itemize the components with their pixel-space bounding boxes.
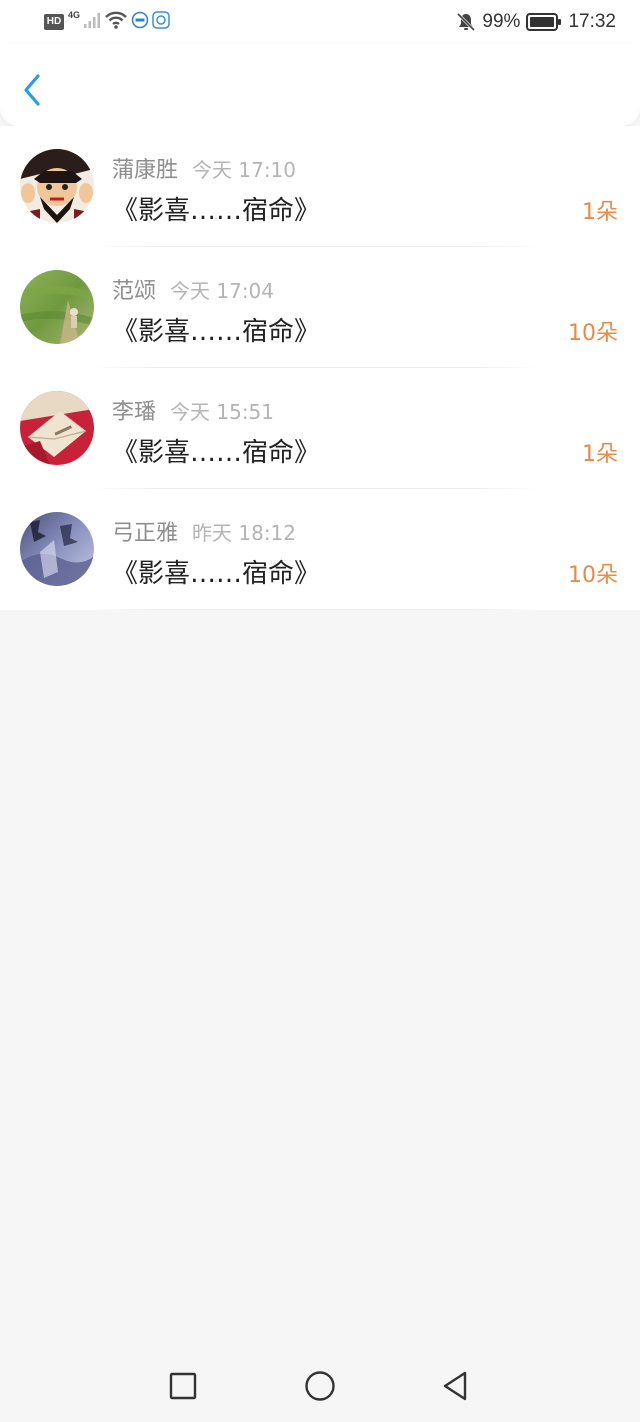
item-time: 昨天 18:12: [192, 521, 297, 545]
home-button[interactable]: [302, 1368, 338, 1404]
item-header: 弓正雅 昨天 18:12: [112, 515, 296, 547]
recent-apps-button[interactable]: [165, 1368, 201, 1404]
item-time: 今天 17:04: [170, 279, 275, 303]
hd-badge: HD: [44, 14, 64, 30]
back-nav-icon: [443, 1371, 467, 1401]
sender-name: 李璠: [112, 400, 157, 425]
item-time: 今天 15:51: [170, 400, 275, 424]
app-notification-icon: [152, 11, 170, 33]
signal-icon: [83, 11, 101, 33]
item-header: 范颂 今天 17:04: [112, 273, 274, 305]
sender-name: 蒲康胜: [112, 158, 179, 183]
list-item[interactable]: 弓正雅 昨天 18:12 《影喜……宿命》 10朵: [0, 489, 640, 610]
list-item[interactable]: 李璠 今天 15:51 《影喜……宿命》 1朵: [0, 368, 640, 489]
avatar: [20, 512, 94, 586]
app-notification-icon: [131, 11, 149, 33]
gift-list: 蒲康胜 今天 17:10 《影喜……宿命》 1朵 范颂 今天 17:04 《影喜…: [0, 126, 640, 610]
chevron-left-icon: [24, 74, 40, 106]
status-right: 99% 17:32: [456, 10, 616, 34]
battery-percent: 99%: [482, 11, 521, 32]
bell-muted-icon: [457, 12, 476, 32]
status-left: HD 4G: [44, 10, 170, 34]
status-bar: HD 4G 99% 17:32: [0, 0, 640, 44]
back-button[interactable]: [16, 70, 48, 110]
item-time: 今天 17:10: [192, 158, 297, 182]
system-nav-bar: [0, 1350, 640, 1422]
battery-icon: [526, 13, 562, 31]
network-type: 4G: [68, 10, 81, 20]
list-item[interactable]: 蒲康胜 今天 17:10 《影喜……宿命》 1朵: [0, 126, 640, 247]
home-icon: [305, 1371, 335, 1401]
sender-name: 范颂: [112, 279, 157, 304]
list-item[interactable]: 范颂 今天 17:04 《影喜……宿命》 10朵: [0, 247, 640, 368]
item-header: 蒲康胜 今天 17:10: [112, 152, 296, 184]
avatar: [20, 149, 94, 223]
avatar: [20, 270, 94, 344]
item-header: 李璠 今天 15:51: [112, 394, 274, 426]
avatar: [20, 391, 94, 465]
flower-count: 1朵: [582, 442, 618, 467]
item-title: 《影喜……宿命》: [112, 317, 321, 347]
back-nav-button[interactable]: [438, 1368, 474, 1404]
item-title: 《影喜……宿命》: [112, 559, 321, 589]
sender-name: 弓正雅: [112, 521, 179, 546]
item-title: 《影喜……宿命》: [112, 438, 321, 468]
wifi-icon: [104, 10, 128, 34]
flower-count: 10朵: [568, 321, 618, 346]
divider: [90, 609, 540, 610]
item-title: 《影喜……宿命》: [112, 196, 321, 226]
flower-count: 10朵: [568, 563, 618, 588]
header: [0, 44, 640, 126]
flower-count: 1朵: [582, 200, 618, 225]
recent-apps-icon: [169, 1372, 197, 1400]
clock: 17:32: [568, 11, 616, 32]
